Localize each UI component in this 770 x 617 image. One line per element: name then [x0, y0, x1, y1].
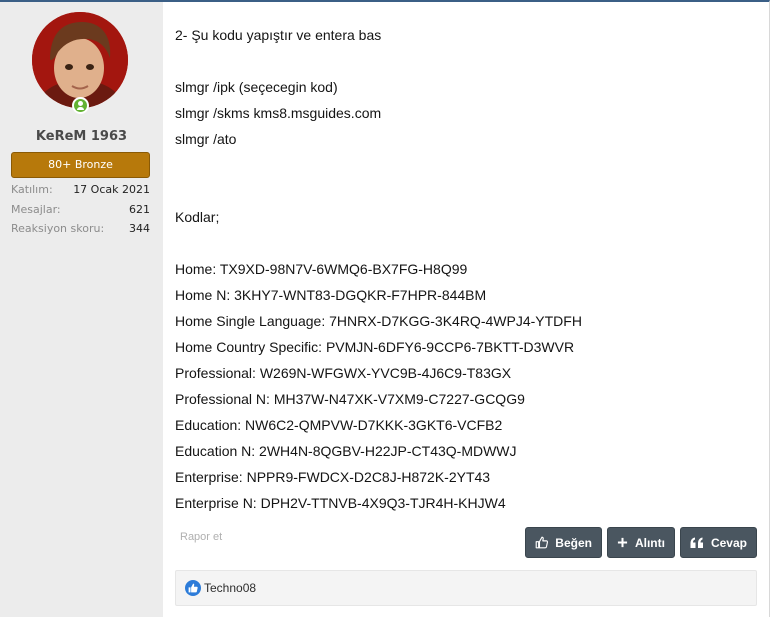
message-line: Professional N: MH37W-N47XK-V7XM9-C7227-… — [175, 391, 525, 407]
stat-value: 17 Ocak 2021 — [73, 183, 150, 196]
reply-button-label: Cevap — [710, 535, 747, 550]
user-info-column: KeReM 1963 80+ Bronze Katılım: 17 Ocak 2… — [0, 2, 163, 617]
avatar-container — [32, 12, 128, 114]
message-line: slmgr /skms kms8.msguides.com — [175, 105, 382, 121]
message-line: Education N: 2WH4N-8QGBV-H22JP-CT43Q-MDW… — [175, 443, 517, 459]
plus-icon — [617, 537, 628, 548]
message-line: Enterprise: NPPR9-FWDCX-D2C8J-H872K-2YT4… — [175, 469, 491, 485]
stat-label: Katılım: — [11, 183, 53, 196]
report-link[interactable]: Rapor et — [180, 531, 222, 543]
message-line — [175, 152, 760, 178]
quote-button-label: Alıntı — [634, 535, 665, 550]
user-online-icon — [72, 97, 89, 114]
quote-button[interactable]: Alıntı — [606, 527, 675, 558]
avatar-image — [32, 12, 128, 108]
message-line: Home Single Language: 7HNRX-D7KGG-3K4RQ-… — [175, 313, 582, 329]
message-line: slmgr /ipk (seçecegin kod) — [175, 79, 338, 95]
quote-icon — [690, 537, 703, 548]
reply-button[interactable]: Cevap — [679, 527, 757, 558]
message-line: Kodlar; — [175, 209, 220, 225]
user-stats: Katılım: 17 Ocak 2021 Mesajlar: 621 Reak… — [11, 182, 150, 241]
user-rank-badge: 80+ Bronze — [11, 152, 150, 178]
stat-label: Reaksiyon skoru: — [11, 222, 105, 235]
like-button[interactable]: Beğen — [525, 527, 602, 558]
stat-value: 344 — [129, 222, 150, 235]
message-post: KeReM 1963 80+ Bronze Katılım: 17 Ocak 2… — [0, 0, 770, 617]
message-line: 2- Şu kodu yapıştır ve entera bas — [175, 27, 382, 43]
stat-messages: Mesajlar: 621 — [11, 202, 150, 222]
post-actions: Beğen Alıntı Cevap — [525, 527, 757, 558]
message-line — [175, 48, 760, 74]
reactions-bar: Techno08 — [175, 570, 757, 606]
thumbs-up-icon — [535, 536, 549, 549]
message-line — [175, 230, 760, 256]
message-line — [175, 178, 760, 204]
message-line: slmgr /ato — [175, 131, 237, 147]
message-line: Professional: W269N-WFGWX-YVC9B-4J6C9-T8… — [175, 365, 512, 381]
stat-label: Mesajlar: — [11, 202, 61, 216]
message-line: Home N: 3KHY7-WNT83-DGQKR-F7HPR-844BM — [175, 287, 487, 303]
stat-value: 621 — [129, 202, 150, 216]
like-button-label: Beğen — [555, 535, 592, 550]
message-line: Home Country Specific: PVMJN-6DFY6-9CCP6… — [175, 339, 575, 355]
avatar[interactable] — [32, 12, 128, 108]
reaction-user-link[interactable]: Techno08 — [204, 581, 256, 595]
message-line: Enterprise N: DPH2V-TTNVB-4X9Q3-TJR4H-KH… — [175, 495, 506, 511]
message-content: 2- Şu kodu yapıştır ve entera bas slmgr … — [163, 2, 769, 617]
stat-joined: Katılım: 17 Ocak 2021 — [11, 182, 150, 202]
message-line: Home: TX9XD-98N7V-6WMQ6-BX7FG-H8Q99 — [175, 261, 468, 277]
message-line: Education: NW6C2-QMPVW-D7KKK-3GKT6-VCFB2 — [175, 417, 503, 433]
message-body: 2- Şu kodu yapıştır ve entera bas slmgr … — [175, 22, 760, 516]
username-link[interactable]: KeReM 1963 — [0, 129, 163, 144]
like-reaction-icon — [185, 580, 201, 596]
stat-reaction-score: Reaksiyon skoru: 344 — [11, 221, 150, 241]
